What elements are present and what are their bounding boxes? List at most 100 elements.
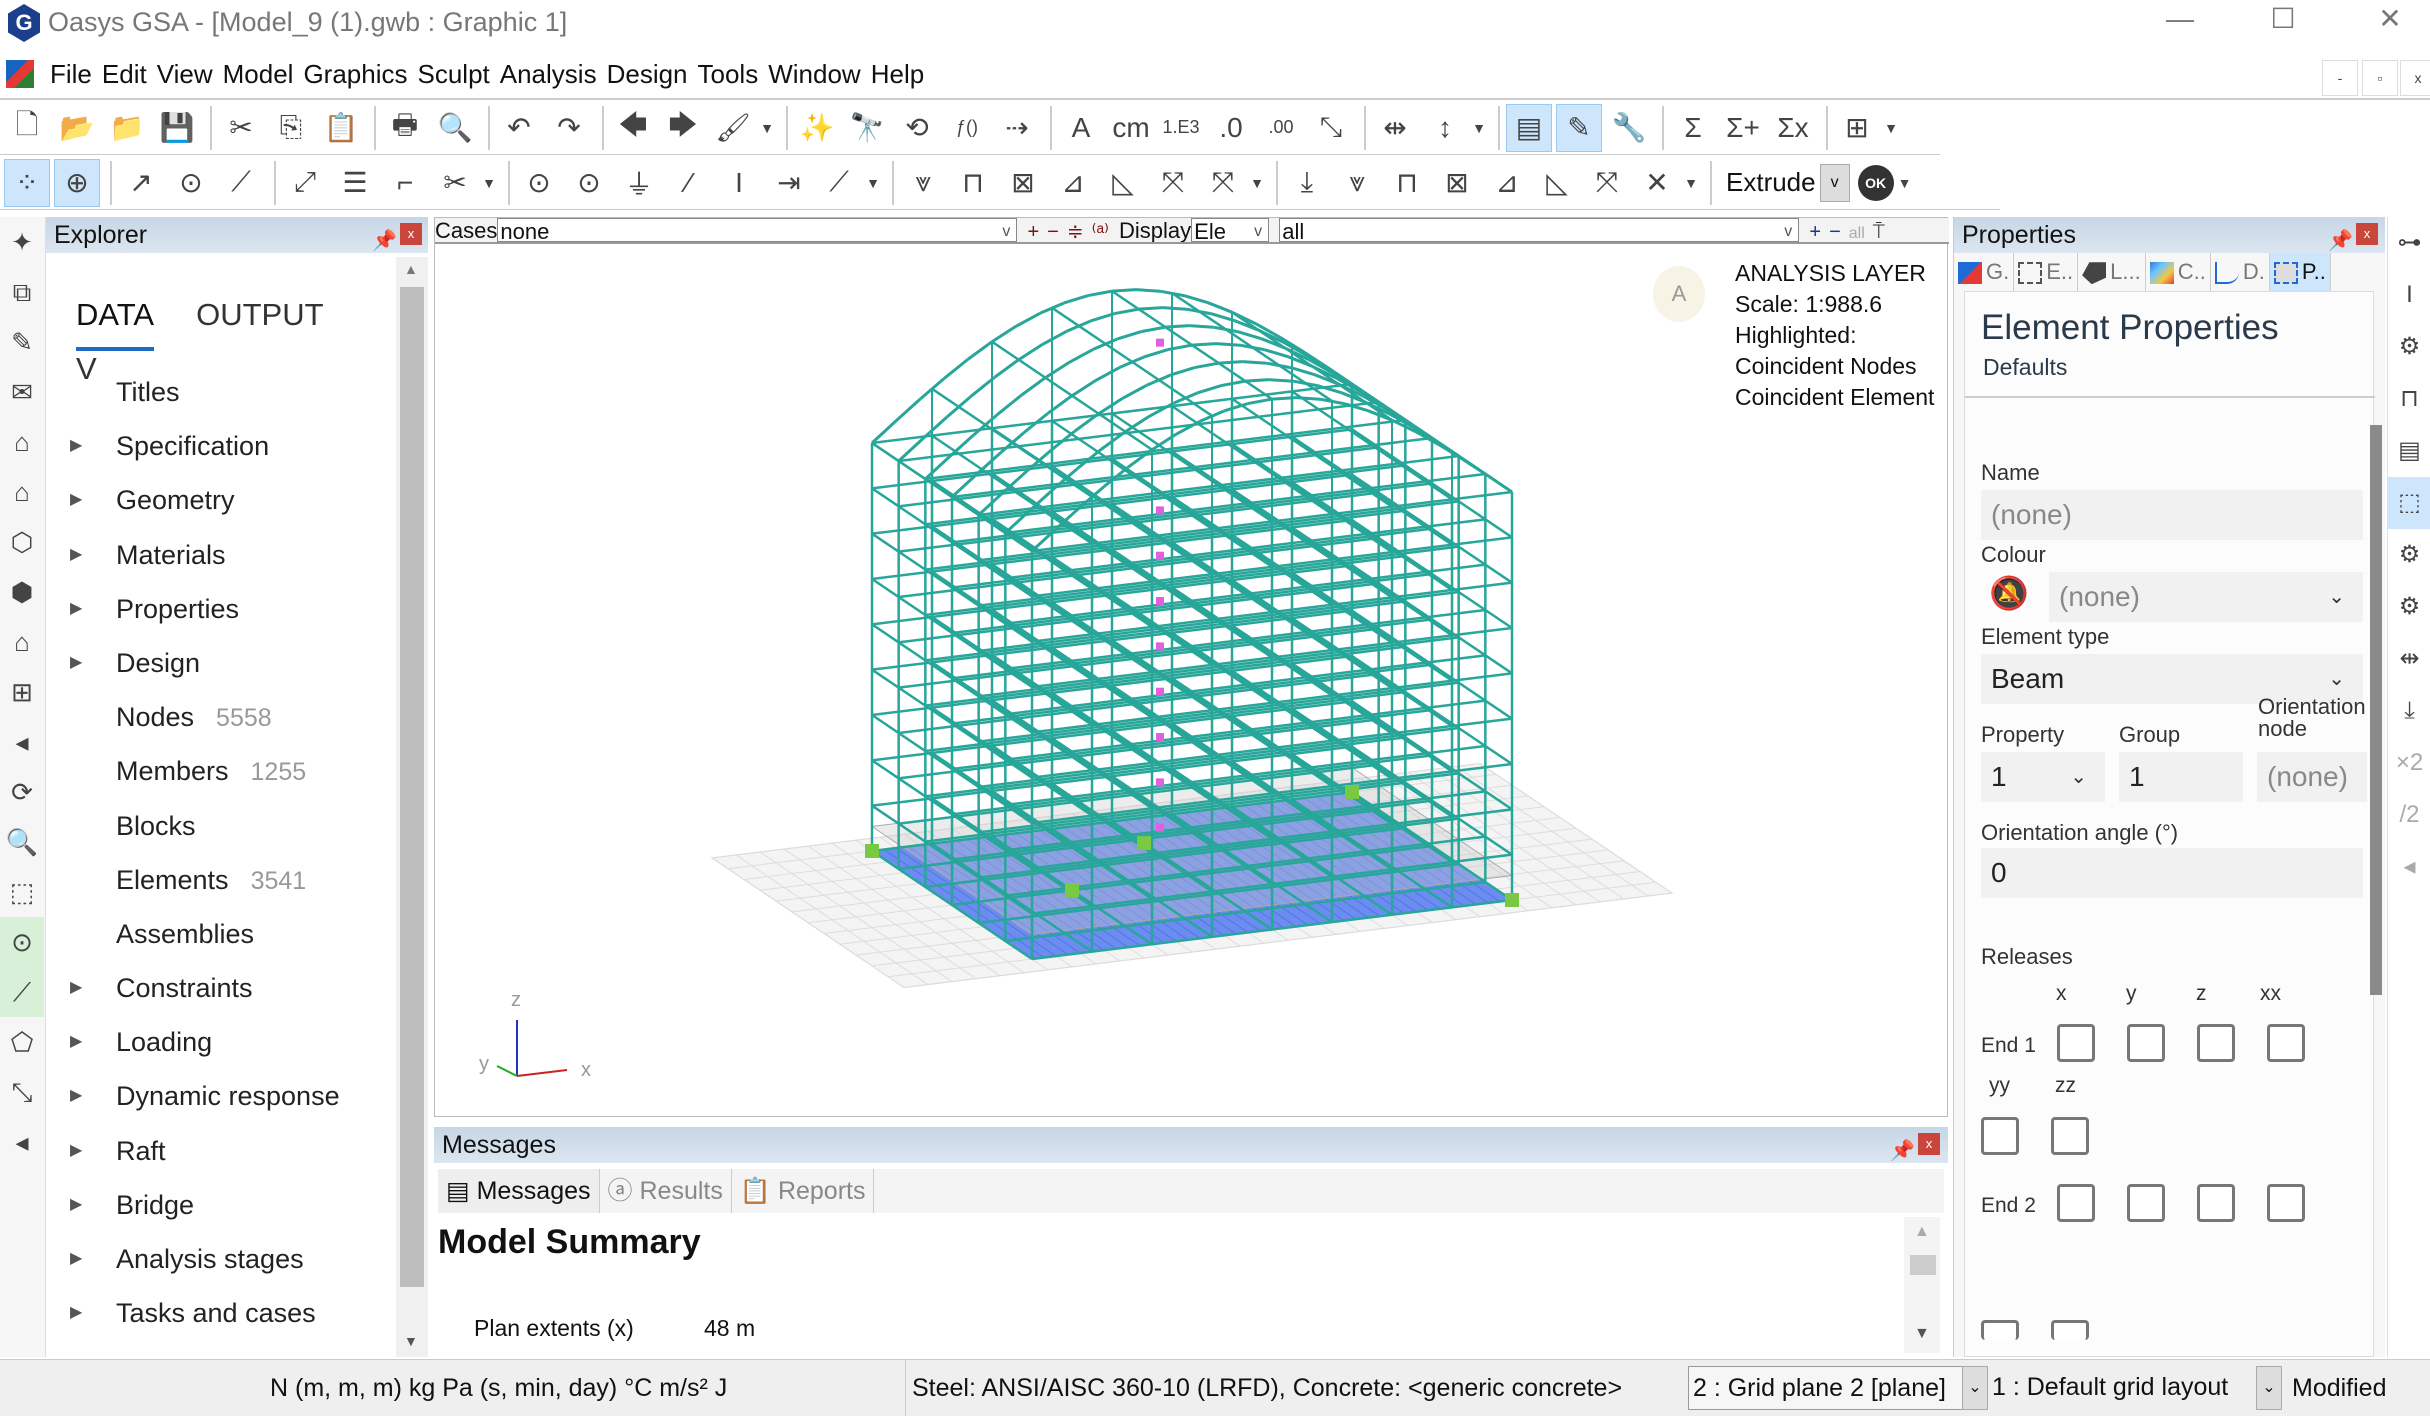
- sum-add-icon[interactable]: Σ+: [1720, 104, 1766, 152]
- beam-load-color-icon[interactable]: ⊓: [950, 159, 996, 207]
- cursor-target-icon[interactable]: ⊕: [54, 158, 100, 207]
- print-preview-icon[interactable]: 🔍: [432, 104, 478, 152]
- tree-item-dynamic-response[interactable]: ▶ Dynamic response: [46, 1069, 396, 1123]
- sync-icon[interactable]: ⟲: [894, 104, 940, 152]
- dropdown-arrow-icon[interactable]: ▼: [1684, 159, 1698, 207]
- diagram-settings-icon[interactable]: ⚙: [2388, 581, 2430, 633]
- minimize-button[interactable]: —: [2145, 0, 2215, 40]
- divide-two-icon[interactable]: /2: [2388, 789, 2430, 841]
- beam-load-icon[interactable]: ⊓: [1384, 159, 1430, 207]
- expand-arrow-icon[interactable]: ▶: [70, 473, 82, 527]
- name-field[interactable]: (none): [1981, 490, 2363, 540]
- table-view-icon[interactable]: ▤: [1506, 103, 1552, 152]
- tree-item-design[interactable]: ▶ Design: [46, 636, 396, 690]
- menu-model[interactable]: Model: [223, 48, 294, 100]
- element-select-icon[interactable]: ⟋: [0, 967, 44, 1017]
- display-select[interactable]: Ele v: [1191, 218, 1270, 242]
- moment-color-icon[interactable]: ◺: [1100, 159, 1146, 207]
- expand-arrow-icon[interactable]: ▶: [70, 1286, 82, 1340]
- end1-zz-checkbox[interactable]: [2051, 1117, 2089, 1155]
- add-list-icon[interactable]: +: [1809, 221, 1821, 242]
- tab-messages[interactable]: ▤ Messages: [438, 1169, 600, 1213]
- shear-diagram-icon[interactable]: ⊿: [1484, 159, 1530, 207]
- end1-z-checkbox[interactable]: [2197, 1024, 2235, 1062]
- shell-icon[interactable]: ⬡: [0, 517, 44, 567]
- element-number-icon[interactable]: ⁄: [666, 159, 712, 207]
- expand-arrow-icon[interactable]: ▶: [70, 1232, 82, 1286]
- back-icon[interactable]: 🡄: [610, 104, 656, 152]
- collapse-arrow-icon[interactable]: ◂: [2388, 841, 2430, 893]
- explorer-close-button[interactable]: x: [400, 223, 422, 245]
- snap-grid-icon[interactable]: ⁘: [4, 158, 50, 207]
- tab-output[interactable]: OUTPUT: [196, 297, 323, 347]
- shrink-icon[interactable]: ⇹: [2388, 633, 2430, 685]
- expand-arrow-icon[interactable]: ▶: [70, 582, 82, 636]
- tree-item-analysis-stages[interactable]: ▶ Analysis stages: [46, 1232, 396, 1286]
- layers-icon[interactable]: ☰: [332, 159, 378, 207]
- end2-xx-checkbox[interactable]: [2267, 1184, 2305, 1222]
- tab-results[interactable]: ⓐ Results: [600, 1169, 732, 1213]
- forward-icon[interactable]: 🡆: [660, 104, 706, 152]
- menu-edit[interactable]: Edit: [102, 48, 147, 100]
- deform-y-color-icon[interactable]: ⤧: [1200, 159, 1246, 207]
- tree-item-titles[interactable]: Titles: [46, 365, 396, 419]
- property-select[interactable]: 1 ⌄: [1981, 752, 2105, 802]
- dropdown-arrow-icon[interactable]: ▼: [1884, 104, 1898, 152]
- cut-element-icon[interactable]: ✂: [432, 159, 478, 207]
- tab-contours[interactable]: C..: [2146, 253, 2211, 291]
- function-icon[interactable]: ƒ(): [944, 104, 990, 152]
- wizard-wand-icon[interactable]: ✨: [794, 104, 840, 152]
- gsa-menu-icon[interactable]: [6, 60, 34, 88]
- roof-icon[interactable]: ⌂: [0, 467, 44, 517]
- decrease-decimals-icon[interactable]: .0: [1208, 104, 1254, 152]
- menu-view[interactable]: View: [157, 48, 213, 100]
- explorer-scrollbar[interactable]: ▲ ▼: [396, 257, 428, 1357]
- column-width-icon[interactable]: ⇹: [1372, 104, 1418, 152]
- tree-item-loading[interactable]: ▶ Loading: [46, 1015, 396, 1069]
- menu-help[interactable]: Help: [871, 48, 924, 100]
- properties-scrollbar[interactable]: [2370, 425, 2382, 995]
- find-binoculars-icon[interactable]: 🔭: [844, 104, 890, 152]
- extrude-dropdown[interactable]: v: [1819, 163, 1850, 202]
- node-select-icon[interactable]: ⊙: [0, 917, 44, 967]
- colour-select[interactable]: (none) ⌄: [2049, 572, 2363, 622]
- link-nodes-icon[interactable]: ⊶: [2388, 217, 2430, 269]
- dropdown-arrow-icon[interactable]: ▼: [1250, 159, 1264, 207]
- node-number-icon[interactable]: ⊙: [566, 159, 612, 207]
- menu-graphics[interactable]: Graphics: [303, 48, 407, 100]
- expand-arrow-icon[interactable]: ▶: [70, 528, 82, 582]
- step-icon[interactable]: ⌐: [382, 159, 428, 207]
- menu-design[interactable]: Design: [607, 48, 688, 100]
- scroll-up-icon[interactable]: ▲: [404, 261, 418, 277]
- envelope-case-icon[interactable]: ≑: [1067, 221, 1084, 242]
- filter-select[interactable]: all v: [1279, 218, 1800, 242]
- sketch-pencil-icon[interactable]: ✎: [0, 317, 44, 367]
- scroll-down-icon[interactable]: ▼: [404, 1333, 418, 1349]
- grid-layout-select[interactable]: 1 : Default grid layout: [1988, 1366, 2258, 1410]
- rotate-icon[interactable]: ⟳: [0, 767, 44, 817]
- model-wizard-icon[interactable]: ✦: [0, 217, 44, 267]
- new-file-icon[interactable]: 🗋: [4, 104, 50, 152]
- end2-x-checkbox[interactable]: [2057, 1184, 2095, 1222]
- pin-icon[interactable]: 📌: [372, 223, 397, 259]
- graphic-view[interactable]: Cases none v + − ≑ ⁽ᵃ⁾ Display Ele v all v + − all…: [434, 217, 1949, 1117]
- dropdown-arrow-icon[interactable]: ▼: [866, 159, 880, 207]
- menu-window[interactable]: Window: [768, 48, 860, 100]
- messages-close-button[interactable]: x: [1918, 1133, 1940, 1155]
- clapperboard-icon[interactable]: ▤: [2388, 425, 2430, 477]
- scroll-thumb[interactable]: [400, 287, 424, 1287]
- contour-settings-icon[interactable]: ⚙: [2388, 529, 2430, 581]
- end2-zz-checkbox[interactable]: [2051, 1320, 2089, 1340]
- save-icon[interactable]: 💾: [154, 104, 200, 152]
- tree-item-nodes[interactable]: Nodes 5558: [46, 690, 396, 744]
- all-button[interactable]: all: [1849, 225, 1865, 242]
- orientation-icon[interactable]: ⇥: [766, 159, 812, 207]
- dropdown-arrow-icon[interactable]: ▼: [1472, 104, 1486, 152]
- deform-color-icon[interactable]: ⤧: [1150, 159, 1196, 207]
- axes-icon[interactable]: ⤡: [1308, 104, 1354, 152]
- expand-arrow-icon[interactable]: ▶: [70, 419, 82, 473]
- menu-sculpt[interactable]: Sculpt: [417, 48, 489, 100]
- scale-icon[interactable]: ⤡: [0, 1067, 44, 1117]
- cases-select[interactable]: none v: [497, 218, 1018, 242]
- contour-icon[interactable]: ✕: [1634, 159, 1680, 207]
